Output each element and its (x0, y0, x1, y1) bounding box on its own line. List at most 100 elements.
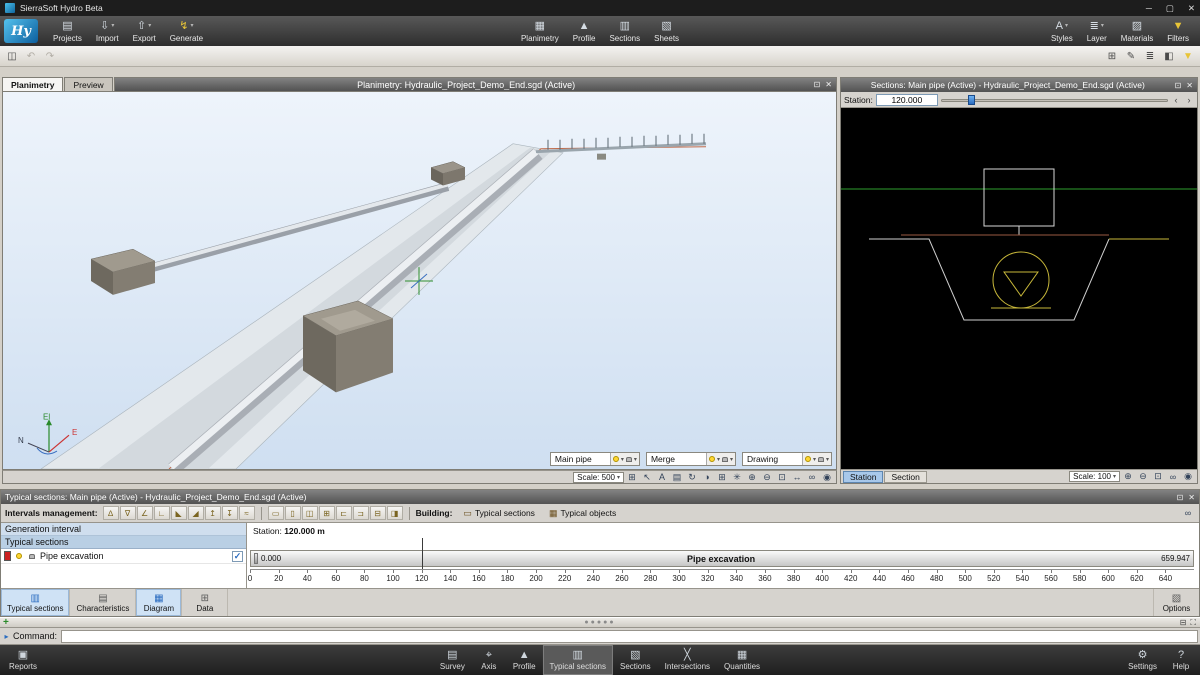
link-icon[interactable]: ∞ (805, 471, 819, 483)
font-style-icon[interactable]: A (655, 471, 669, 483)
button-profile[interactable]: ▲Profile (566, 16, 603, 46)
merge-interval-icon[interactable]: ⊞ (319, 506, 335, 520)
visibility-bulb-icon[interactable] (613, 456, 619, 462)
visibility-bulb-icon[interactable] (16, 553, 22, 559)
button-import[interactable]: ⇩▾Import (89, 16, 126, 46)
section-scale-selector[interactable]: Scale: 100 ▾ (1069, 471, 1120, 482)
plan-scale-selector[interactable]: Scale: 500 ▾ (573, 472, 624, 483)
panel-close-icon[interactable]: ✕ (825, 80, 832, 89)
button-sections[interactable]: ▧Sections (613, 645, 658, 675)
tab-planimetry[interactable]: Planimetry (2, 77, 63, 91)
delete-vertex-icon[interactable]: ∠ (137, 506, 153, 520)
button-characteristics[interactable]: ▤Characteristics (70, 589, 136, 616)
button-materials[interactable]: ▨Materials (1114, 16, 1160, 46)
splitter-grip-icon[interactable]: ●●●●● (584, 619, 615, 626)
redraw-icon[interactable]: ↻ (685, 471, 699, 483)
station-input[interactable] (876, 94, 938, 106)
tab-section[interactable]: Section (884, 471, 926, 483)
button-sheets[interactable]: ▧Sheets (647, 16, 686, 46)
station-previous-button[interactable]: ‹ (1171, 94, 1181, 106)
button-help[interactable]: ?Help (1164, 645, 1198, 675)
button-sections[interactable]: ▥Sections (602, 16, 647, 46)
dropdown-caret-icon[interactable]: ▾ (826, 456, 829, 463)
list-item-pipe-excavation[interactable]: Pipe excavation ✓ (1, 549, 246, 564)
edit-icon[interactable]: ✎ (1122, 48, 1140, 65)
lock-icon[interactable] (818, 457, 824, 462)
copy-interval-icon[interactable]: ▭ (268, 506, 284, 520)
button-axis[interactable]: ⌖Axis (472, 645, 506, 675)
button-reports[interactable]: ▣Reports (2, 645, 44, 675)
window-minimize-button[interactable]: ─ (1146, 3, 1152, 14)
overlay-selector-main-pipe[interactable]: Main pipe▾▾ (550, 452, 640, 466)
tab-station[interactable]: Station (843, 471, 883, 483)
slope-left-icon[interactable]: ◣ (171, 506, 187, 520)
zoom-out-icon[interactable]: ⊖ (1136, 471, 1150, 483)
link-icon[interactable]: ∞ (1181, 507, 1195, 519)
station-marker[interactable] (422, 538, 423, 569)
lock-icon[interactable] (29, 554, 35, 559)
raise-icon[interactable]: ↥ (205, 506, 221, 520)
button-filters[interactable]: ▼Filters (1160, 16, 1196, 46)
dropdown-caret-icon[interactable]: ▾ (634, 456, 637, 463)
select-icon[interactable]: ↖ (640, 471, 654, 483)
panel-close-icon[interactable]: ✕ (1188, 493, 1195, 502)
dropdown-caret-icon[interactable]: ▾ (730, 456, 733, 463)
sections-titlebar[interactable]: Sections: Main pipe (Active) - Hydraulic… (841, 78, 1197, 92)
visibility-bulb-icon[interactable] (709, 456, 715, 462)
link-icon[interactable]: ∞ (1166, 471, 1180, 483)
planimetry-3d-viewport[interactable]: El E N Main pipe▾▾Merge▾▾Drawing▾▾ (2, 91, 837, 470)
insert-vertex-icon[interactable]: ∇ (120, 506, 136, 520)
button-planimetry[interactable]: ▦Planimetry (514, 16, 566, 46)
button-typical-sections[interactable]: ▭Typical sections (457, 506, 541, 521)
planimetry-titlebar[interactable]: Planimetry: Hydraulic_Project_Demo_End.s… (114, 77, 837, 91)
table-icon[interactable]: ⊞ (1103, 48, 1121, 65)
button-typical-sections[interactable]: ▥Typical sections (543, 645, 613, 675)
button-data[interactable]: ⊞Data (182, 589, 228, 616)
overlay-selector-drawing[interactable]: Drawing▾▾ (742, 452, 832, 466)
lower-icon[interactable]: ↧ (222, 506, 238, 520)
command-input[interactable] (61, 630, 1198, 643)
move-vertex-icon[interactable]: ∟ (154, 506, 170, 520)
extend-interval-icon[interactable]: ⊏ (336, 506, 352, 520)
button-typical-sections[interactable]: ▥Typical sections (1, 589, 70, 616)
table-view-icon[interactable]: ⊞ (715, 471, 729, 483)
typical-sections-titlebar[interactable]: Typical sections: Main pipe (Active) - H… (1, 490, 1199, 504)
slider-thumb-icon[interactable] (968, 95, 975, 105)
list-row-typical-sections[interactable]: Typical sections (1, 536, 246, 549)
button-settings[interactable]: ⚙Settings (1121, 645, 1164, 675)
render-icon[interactable]: ◑ (700, 471, 714, 483)
section-viewport[interactable] (841, 108, 1197, 469)
split-interval-icon[interactable]: ◫ (302, 506, 318, 520)
save-icon[interactable]: ◫ (3, 48, 21, 65)
expand-icon[interactable]: + (3, 618, 9, 627)
panel-maximize-icon[interactable]: ⊡ (814, 80, 821, 89)
zoom-window-icon[interactable]: ⊡ (1151, 471, 1165, 483)
mirror-interval-icon[interactable]: ◨ (387, 506, 403, 520)
window-close-button[interactable]: ✕ (1188, 3, 1195, 14)
button-typical-objects[interactable]: ▦Typical objects (543, 506, 622, 521)
collapse-panel-icon[interactable]: ⊟ (1180, 618, 1187, 628)
zoom-in-icon[interactable]: ⊕ (745, 471, 759, 483)
zoom-extents-icon[interactable]: ✳ (730, 471, 744, 483)
camera-icon[interactable]: ◉ (1181, 471, 1195, 483)
overlay-selector-merge[interactable]: Merge▾▾ (646, 452, 736, 466)
station-next-button[interactable]: › (1184, 94, 1194, 106)
button-export[interactable]: ⇧▾Export (126, 16, 163, 46)
button-projects[interactable]: ▤Projects (46, 16, 89, 46)
expand-panel-icon[interactable]: ⛶ (1190, 618, 1196, 628)
list-row-generation-interval[interactable]: Generation interval (1, 523, 246, 536)
item-checkbox[interactable]: ✓ (232, 551, 243, 562)
dropdown-caret-icon[interactable]: ▾ (813, 456, 816, 463)
offset-interval-icon[interactable]: ⊟ (370, 506, 386, 520)
button-styles[interactable]: A▾Styles (1044, 16, 1080, 46)
zoom-window-icon[interactable]: ⊡ (775, 471, 789, 483)
interval-bar[interactable]: 0.000 Pipe excavation 659.947 (250, 550, 1194, 567)
layout-icon[interactable]: ▤ (670, 471, 684, 483)
zoom-out-icon[interactable]: ⊖ (760, 471, 774, 483)
tab-options[interactable]: ▧ Options (1153, 589, 1199, 616)
panel-maximize-icon[interactable]: ⊡ (1177, 493, 1184, 502)
camera-icon[interactable]: ◉ (820, 471, 834, 483)
window-maximize-button[interactable]: ▢ (1166, 3, 1174, 14)
add-vertex-icon[interactable]: ∆ (103, 506, 119, 520)
level-icon[interactable]: ≈ (239, 506, 255, 520)
